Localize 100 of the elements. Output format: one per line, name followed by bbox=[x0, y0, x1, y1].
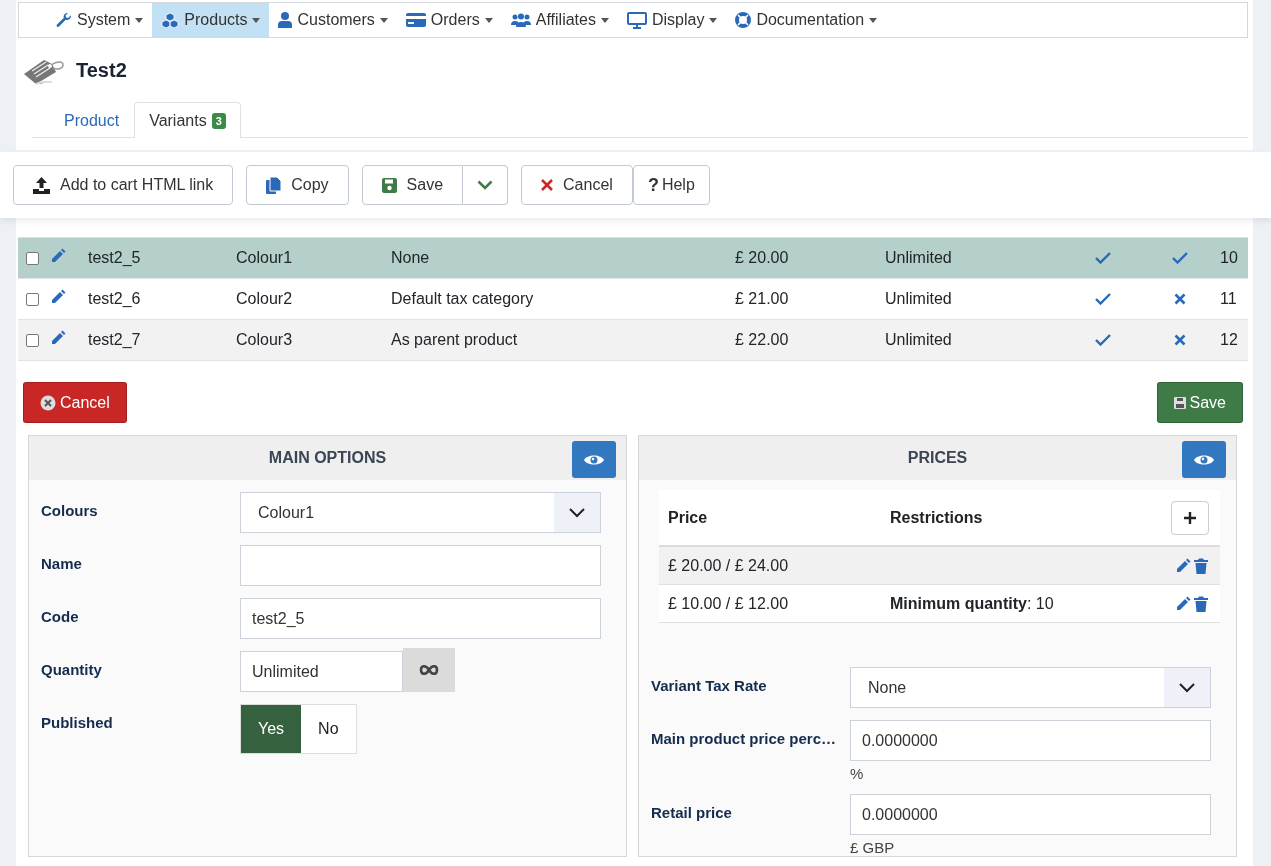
caret-icon bbox=[135, 17, 144, 23]
input-field[interactable]: 0.0000000 bbox=[850, 720, 1211, 761]
caret-icon bbox=[600, 17, 609, 23]
pencil-icon[interactable] bbox=[50, 248, 66, 264]
chevron-down-icon bbox=[1179, 682, 1195, 693]
pencil-icon[interactable] bbox=[1175, 557, 1191, 574]
table-cell-text: 11 bbox=[1220, 290, 1238, 308]
field-label: Main product price perc… bbox=[651, 729, 838, 747]
table-row[interactable]: test2_7 Colour3 As parent product £ 22.00 Unlimited 12 bbox=[18, 320, 1248, 361]
menu-item[interactable]: Affiliates bbox=[501, 3, 618, 37]
toggle-option[interactable]: Yes bbox=[241, 705, 302, 753]
table-cell-text: £ 20.00 / £ 24.00 bbox=[668, 556, 790, 575]
caret-icon bbox=[379, 17, 388, 23]
table-cell-text: Unlimited bbox=[885, 249, 953, 267]
cubes-icon bbox=[161, 12, 180, 28]
add-button[interactable] bbox=[1171, 500, 1209, 535]
menu-item[interactable]: System bbox=[47, 3, 153, 37]
select-field[interactable]: Colour1 bbox=[240, 492, 601, 533]
cancel-button[interactable]: Cancel bbox=[23, 382, 127, 423]
save-button[interactable]: Save bbox=[361, 165, 464, 205]
trash-icon[interactable] bbox=[1194, 557, 1208, 574]
field-label: Variant Tax Rate bbox=[651, 676, 768, 694]
pencil-icon[interactable] bbox=[50, 289, 66, 305]
field-label: Code bbox=[41, 607, 80, 625]
count-badge: 3 bbox=[211, 113, 226, 129]
table-cell-text: As parent product bbox=[391, 331, 519, 349]
help-button[interactable]: ? Help bbox=[632, 165, 710, 205]
unit-label: £ GBP bbox=[850, 839, 896, 856]
visibility-button[interactable] bbox=[1182, 441, 1226, 478]
save-options-button[interactable] bbox=[463, 165, 509, 205]
tab[interactable]: Variants 3 bbox=[134, 102, 241, 138]
input-field[interactable]: Unlimited bbox=[240, 651, 403, 692]
field-label: Retail price bbox=[651, 803, 733, 821]
table-cell-text: Unlimited bbox=[885, 331, 953, 349]
page-title: Test2 bbox=[76, 58, 127, 82]
select-field[interactable]: None bbox=[850, 667, 1211, 708]
infinity-button[interactable] bbox=[403, 648, 455, 692]
table-cell-text: 12 bbox=[1220, 331, 1239, 349]
users-icon bbox=[510, 12, 531, 28]
caret-icon bbox=[869, 17, 878, 23]
lifebuoy-icon bbox=[735, 12, 752, 28]
field-label: Published bbox=[41, 713, 114, 731]
pencil-icon[interactable] bbox=[1175, 595, 1191, 612]
row-checkbox[interactable] bbox=[26, 251, 39, 265]
table-cell-text: £ 20.00 bbox=[735, 249, 790, 267]
infinity-icon bbox=[419, 665, 439, 675]
credit-card-icon bbox=[405, 13, 426, 27]
field-label: Quantity bbox=[41, 660, 103, 678]
wrench-icon bbox=[56, 12, 72, 28]
table-cell-text: Unlimited bbox=[885, 290, 953, 308]
caret-icon bbox=[484, 17, 493, 23]
tab[interactable]: Product bbox=[49, 102, 135, 138]
table-cell-text: test2_7 bbox=[88, 331, 142, 349]
table-cell-text: None bbox=[391, 249, 431, 267]
toggle-option[interactable]: No bbox=[301, 705, 356, 753]
panel-title: MAIN OPTIONS bbox=[268, 449, 387, 467]
copy-icon bbox=[266, 176, 282, 194]
visibility-button[interactable] bbox=[572, 441, 616, 478]
plus-icon bbox=[1184, 511, 1196, 524]
input-field[interactable] bbox=[240, 545, 601, 586]
copy-button[interactable]: Copy bbox=[246, 165, 349, 205]
menu-item[interactable]: Customers bbox=[269, 3, 397, 37]
table-cell-text: £ 21.00 bbox=[735, 290, 790, 308]
table-cell-text: Default tax category bbox=[391, 290, 535, 308]
table-cell-text: £ 10.00 / £ 12.00 bbox=[668, 594, 790, 613]
menu-item[interactable]: Display bbox=[617, 3, 727, 37]
trash-icon[interactable] bbox=[1194, 595, 1208, 612]
unit-label: % bbox=[850, 765, 865, 782]
table-cell-text: Colour1 bbox=[236, 249, 294, 267]
field-label: Colours bbox=[41, 501, 99, 519]
pencil-icon[interactable] bbox=[50, 330, 66, 346]
cross-icon bbox=[541, 179, 554, 191]
panel-title: PRICES bbox=[907, 449, 968, 467]
user-icon bbox=[278, 12, 293, 28]
caret-icon bbox=[252, 17, 261, 23]
column-header: Restrictions bbox=[890, 508, 984, 527]
cancel-icon bbox=[40, 394, 56, 411]
caret-icon bbox=[709, 17, 718, 23]
input-field[interactable]: test2_5 bbox=[240, 598, 601, 639]
menu-item[interactable]: Documentation bbox=[726, 3, 887, 37]
upload-icon bbox=[33, 176, 50, 194]
table-row[interactable]: test2_5 Colour1 None £ 20.00 Unlimited 10 bbox=[18, 238, 1248, 279]
table-cell-text: test2_6 bbox=[88, 290, 142, 308]
row-checkbox[interactable] bbox=[26, 292, 39, 306]
menu-item[interactable]: Orders bbox=[396, 3, 502, 37]
menu-item[interactable]: Products bbox=[152, 3, 270, 37]
table-cell-text: Minimum quantity: 10 bbox=[890, 594, 1055, 613]
table-cell-text: 10 bbox=[1220, 249, 1239, 267]
column-header: Price bbox=[668, 508, 709, 527]
table-cell-text: £ 22.00 bbox=[735, 331, 790, 349]
row-checkbox[interactable] bbox=[26, 333, 39, 347]
save-button[interactable]: Save bbox=[1156, 382, 1243, 423]
add-to-cart-link-button[interactable]: Add to cart HTML link bbox=[13, 165, 234, 205]
table-cell-text: Colour3 bbox=[236, 331, 294, 349]
monitor-icon bbox=[626, 11, 647, 29]
input-field[interactable]: 0.0000000 bbox=[850, 794, 1211, 835]
table-cell-text: Colour2 bbox=[236, 290, 294, 308]
chevron-down-icon bbox=[569, 507, 585, 518]
chevron-down-icon bbox=[477, 180, 494, 190]
cancel-button[interactable]: Cancel bbox=[521, 165, 633, 205]
